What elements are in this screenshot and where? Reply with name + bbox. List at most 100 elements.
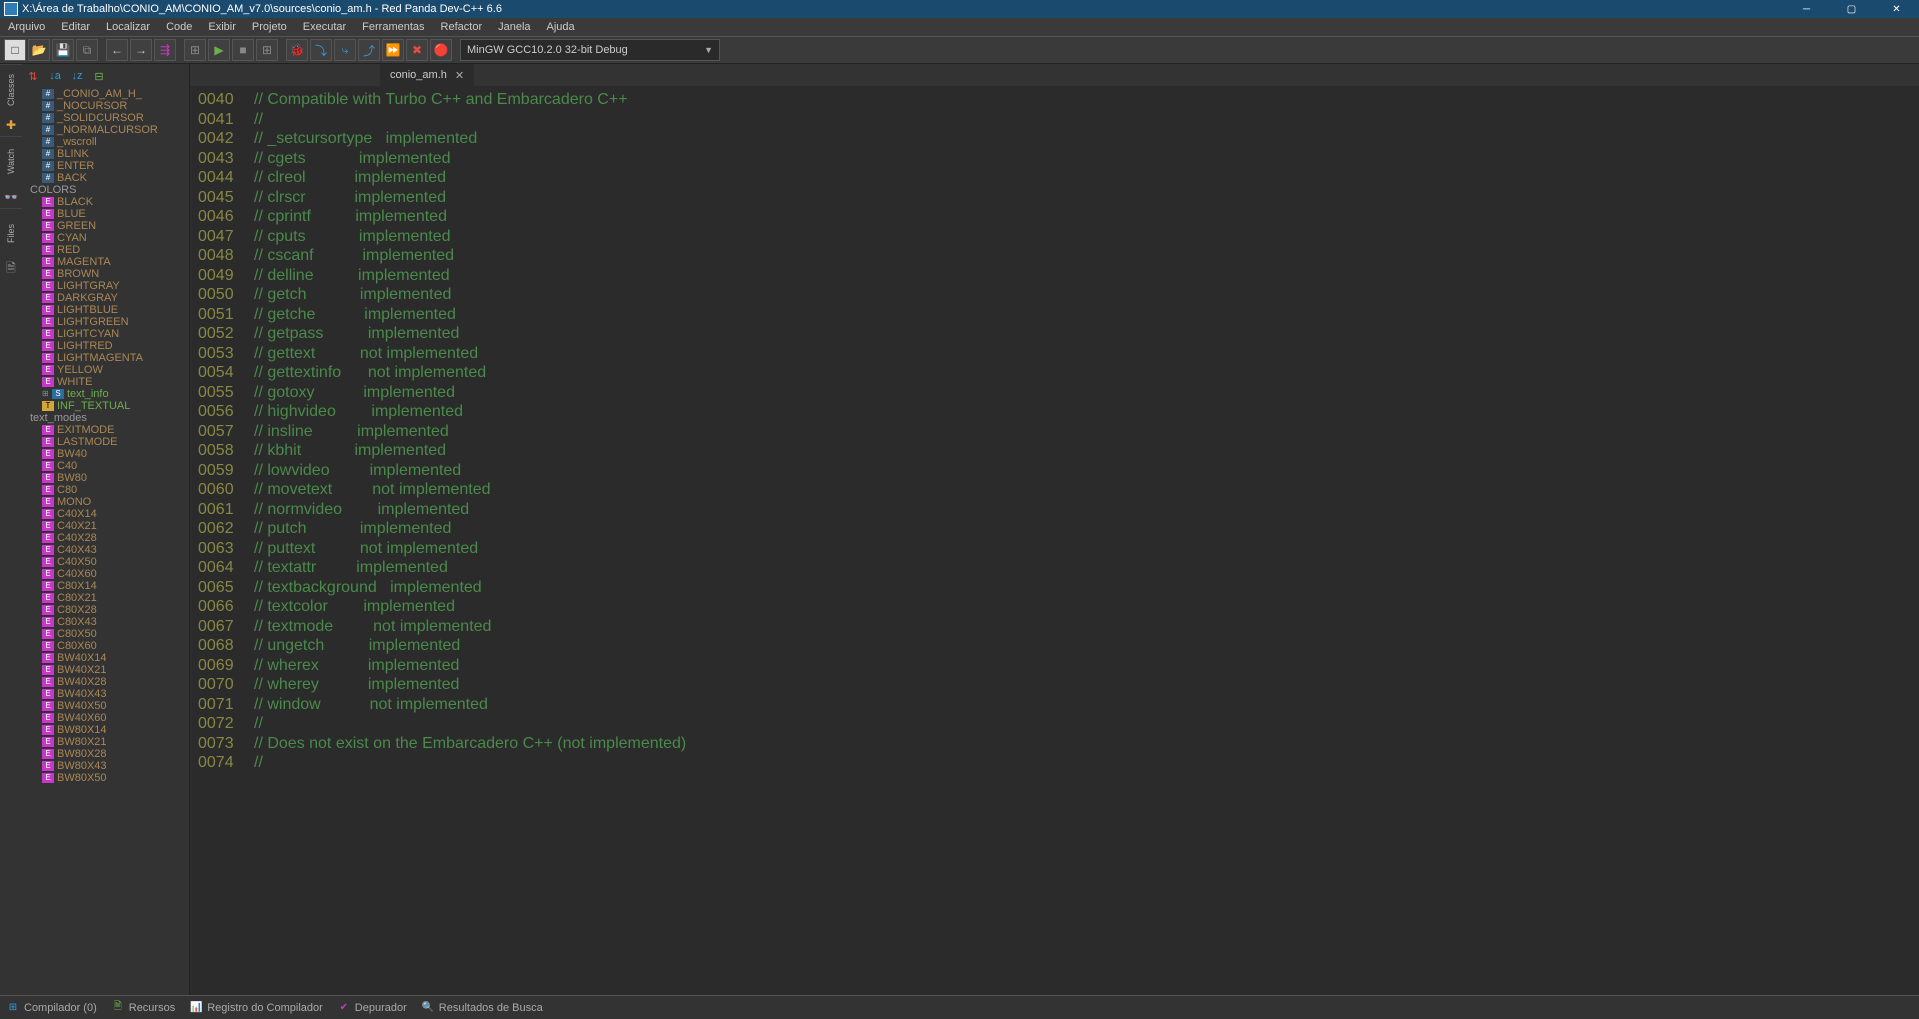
run-button[interactable]: ▶ [208, 39, 230, 61]
close-icon[interactable]: ✕ [455, 69, 464, 82]
breakpoint-button[interactable]: 🔴 [430, 39, 452, 61]
tree-node[interactable]: #BACK [22, 172, 189, 184]
vtab-classes[interactable]: Classes [0, 64, 22, 114]
tree-node[interactable]: # _CONIO_AM_H_ [22, 88, 189, 100]
status-compiler[interactable]: ⊞Compilador (0) [6, 1001, 97, 1015]
menu-ajuda[interactable]: Ajuda [539, 21, 583, 33]
tree-node[interactable]: EWHITE [22, 376, 189, 388]
code-line[interactable]: 0050// getch implemented [198, 285, 1919, 305]
code-line[interactable]: 0056// highvideo implemented [198, 402, 1919, 422]
tree-node[interactable]: EBW80X28 [22, 748, 189, 760]
tree-node[interactable]: EC80X43 [22, 616, 189, 628]
menu-code[interactable]: Code [158, 21, 200, 33]
back-button[interactable]: ← [106, 39, 128, 61]
tab-conio-am[interactable]: conio_am.h ✕ [380, 64, 474, 86]
forward-button[interactable]: → [130, 39, 152, 61]
tree-node[interactable]: EBLUE [22, 208, 189, 220]
tree-node[interactable]: ELIGHTCYAN [22, 328, 189, 340]
close-button[interactable]: ✕ [1874, 0, 1919, 18]
tree-node[interactable]: TINF_TEXTUAL [22, 400, 189, 412]
tree-node[interactable]: ELASTMODE [22, 436, 189, 448]
tree-node[interactable]: #_SOLIDCURSOR [22, 112, 189, 124]
code-line[interactable]: 0040// Compatible with Turbo C++ and Emb… [198, 90, 1919, 110]
sort-alpha-icon[interactable]: ⇅ [24, 67, 42, 85]
class-tree[interactable]: # _CONIO_AM_H_#_NOCURSOR#_SOLIDCURSOR#_N… [22, 88, 189, 995]
step-out-button[interactable]: ⤴ [358, 39, 380, 61]
compile-button[interactable]: ⊞ [184, 39, 206, 61]
files-icon[interactable]: 🗎 [0, 258, 22, 280]
code-line[interactable]: 0062// putch implemented [198, 519, 1919, 539]
status-log[interactable]: 📊Registro do Compilador [189, 1001, 323, 1015]
tree-node[interactable]: EC40X14 [22, 508, 189, 520]
tree-node[interactable]: EBW80X14 [22, 724, 189, 736]
maximize-button[interactable]: ▢ [1829, 0, 1874, 18]
reformat-button[interactable]: ⇶ [154, 39, 176, 61]
tree-node[interactable]: EEXITMODE [22, 424, 189, 436]
new-file-button[interactable]: □ [4, 39, 26, 61]
tree-node[interactable]: ELIGHTRED [22, 340, 189, 352]
vtab-files[interactable]: Files [0, 208, 22, 258]
code-line[interactable]: 0041// [198, 110, 1919, 130]
code-line[interactable]: 0058// kbhit implemented [198, 441, 1919, 461]
stop-button[interactable]: ■ [232, 39, 254, 61]
code-line[interactable]: 0051// getche implemented [198, 305, 1919, 325]
code-line[interactable]: 0067// textmode not implemented [198, 617, 1919, 637]
tree-node[interactable]: EDARKGRAY [22, 292, 189, 304]
tree-node[interactable]: COLORS [22, 184, 189, 196]
status-search[interactable]: 🔍Resultados de Busca [421, 1001, 543, 1015]
code-line[interactable]: 0068// ungetch implemented [198, 636, 1919, 656]
tree-node[interactable]: EBLACK [22, 196, 189, 208]
step-into-button[interactable]: ⤷ [334, 39, 356, 61]
vtab-watch[interactable]: Watch [0, 136, 22, 186]
tree-node[interactable]: EC80 [22, 484, 189, 496]
stop-debug-button[interactable]: ✖ [406, 39, 428, 61]
tree-node[interactable]: EBW40 [22, 448, 189, 460]
code-editor[interactable]: 0040// Compatible with Turbo C++ and Emb… [190, 86, 1919, 995]
debug-button[interactable]: 🐞 [286, 39, 308, 61]
watch-icon[interactable]: 👓 [0, 186, 22, 208]
tree-node[interactable]: EC80X14 [22, 580, 189, 592]
tree-node[interactable]: EBW40X60 [22, 712, 189, 724]
tree-node[interactable]: #_wscroll [22, 136, 189, 148]
tree-node[interactable]: #_NORMALCURSOR [22, 124, 189, 136]
status-debugger[interactable]: ✔Depurador [337, 1001, 407, 1015]
code-line[interactable]: 0044// clreol implemented [198, 168, 1919, 188]
tree-node[interactable]: EBW40X28 [22, 676, 189, 688]
code-line[interactable]: 0072// [198, 714, 1919, 734]
save-all-button[interactable]: ⧉ [76, 39, 98, 61]
tree-node[interactable]: ELIGHTGREEN [22, 316, 189, 328]
tree-node[interactable]: ELIGHTBLUE [22, 304, 189, 316]
code-line[interactable]: 0066// textcolor implemented [198, 597, 1919, 617]
code-line[interactable]: 0049// delline implemented [198, 266, 1919, 286]
tree-node[interactable]: ECYAN [22, 232, 189, 244]
code-line[interactable]: 0073// Does not exist on the Embarcadero… [198, 734, 1919, 754]
tree-node[interactable]: ⊞Stext_info [22, 388, 189, 400]
open-button[interactable]: 📂 [28, 39, 50, 61]
code-line[interactable]: 0064// textattr implemented [198, 558, 1919, 578]
code-line[interactable]: 0057// insline implemented [198, 422, 1919, 442]
tree-node[interactable]: EC40X50 [22, 556, 189, 568]
menu-executar[interactable]: Executar [295, 21, 354, 33]
code-line[interactable]: 0070// wherey implemented [198, 675, 1919, 695]
tree-node[interactable]: EBW40X50 [22, 700, 189, 712]
continue-button[interactable]: ⏩ [382, 39, 404, 61]
tree-node[interactable]: ERED [22, 244, 189, 256]
code-line[interactable]: 0063// puttext not implemented [198, 539, 1919, 559]
code-line[interactable]: 0048// cscanf implemented [198, 246, 1919, 266]
tree-node[interactable]: ELIGHTMAGENTA [22, 352, 189, 364]
code-line[interactable]: 0045// clrscr implemented [198, 188, 1919, 208]
code-line[interactable]: 0042// _setcursortype implemented [198, 129, 1919, 149]
code-line[interactable]: 0052// getpass implemented [198, 324, 1919, 344]
code-line[interactable]: 0047// cputs implemented [198, 227, 1919, 247]
menu-arquivo[interactable]: Arquivo [0, 21, 53, 33]
tree-node[interactable]: EBW80X50 [22, 772, 189, 784]
menu-exibir[interactable]: Exibir [200, 21, 244, 33]
code-line[interactable]: 0071// window not implemented [198, 695, 1919, 715]
tree-icon[interactable]: ⊟ [90, 67, 108, 85]
tree-node[interactable]: ELIGHTGRAY [22, 280, 189, 292]
code-line[interactable]: 0053// gettext not implemented [198, 344, 1919, 364]
tree-node[interactable]: #ENTER [22, 160, 189, 172]
menu-refactor[interactable]: Refactor [433, 21, 491, 33]
sort-type-icon[interactable]: ↓a [46, 67, 64, 85]
code-line[interactable]: 0069// wherex implemented [198, 656, 1919, 676]
